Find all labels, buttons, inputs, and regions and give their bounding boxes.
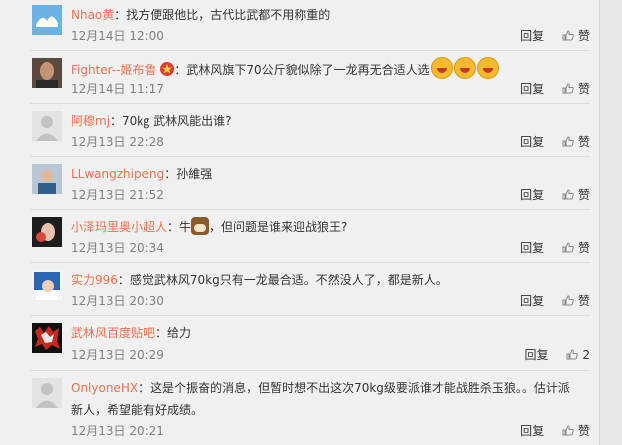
avatar[interactable] <box>32 111 62 141</box>
comment-text: ：这是个振奋的消息，但暂时想不出这次70kg级要派谁才能战胜杀玉狼。。估计派新人… <box>71 381 570 417</box>
comment-text: ，但问题是谁来迎战狼王? <box>209 220 348 234</box>
scrollbar[interactable] <box>599 0 622 445</box>
comment-author[interactable]: 武林风百度贴吧 <box>71 326 155 340</box>
like-button[interactable]: 赞 <box>562 294 590 308</box>
thumbs-up-icon <box>566 349 579 360</box>
like-button[interactable]: 赞 <box>562 135 590 149</box>
reply-button[interactable]: 回复 <box>520 82 544 96</box>
avatar[interactable] <box>32 270 62 300</box>
thumbs-up-icon <box>562 83 574 94</box>
like-label: 赞 <box>577 188 590 202</box>
comment-item: 小泽玛里奥小超人：牛 ，但问题是谁来迎战狼王? 12月13日 20:34 回复 赞 <box>30 212 590 263</box>
comment-author[interactable]: 实力996 <box>71 273 118 287</box>
comment-author[interactable]: 小泽玛里奥小超人 <box>71 220 167 234</box>
avatar[interactable] <box>32 378 62 408</box>
comment-text: ：给力 <box>155 326 192 340</box>
like-label: 赞 <box>577 135 590 149</box>
laughing-emoji-icon <box>453 57 476 79</box>
comment-item: 阿穆mj：70㎏ 武林风能出谁? 12月13日 22:28 回复 赞 <box>30 106 590 157</box>
avatar[interactable] <box>32 217 62 247</box>
comment-text: ：武林风旗下70公斤貌似除了一龙再无合适人选 <box>174 63 430 77</box>
avatar[interactable] <box>32 164 62 194</box>
reply-button[interactable]: 回复 <box>520 424 544 438</box>
comment-time: 12月14日 12:00 <box>71 29 164 43</box>
reply-button[interactable]: 回复 <box>520 29 544 43</box>
comment-author[interactable]: Fighter--姬布鲁 <box>71 63 157 77</box>
cow-emoji-icon <box>191 217 210 235</box>
like-button[interactable]: 赞 <box>562 424 590 438</box>
like-label: 赞 <box>577 241 590 255</box>
reply-button[interactable]: 回复 <box>520 135 544 149</box>
thumbs-up-icon <box>562 425 574 436</box>
comment-item: Fighter--姬布鲁 ：武林风旗下70公斤貌似除了一龙再无合适人选 12月1… <box>30 53 590 104</box>
thumbs-up-icon <box>562 30 574 41</box>
comment-item: 实力996：感觉武林风70kg只有一龙最合适。不然没人了，都是新人。 12月13… <box>30 265 590 316</box>
avatar[interactable] <box>32 5 62 35</box>
reply-button[interactable]: 回复 <box>525 348 549 362</box>
comment-text: ：70㎏ 武林风能出谁? <box>110 114 232 128</box>
comment-author[interactable]: 阿穆mj <box>71 114 110 128</box>
like-button[interactable]: 2 <box>566 348 590 362</box>
comment-text: ：感觉武林风70kg只有一龙最合适。不然没人了，都是新人。 <box>117 273 448 287</box>
comment-item: 武林风百度贴吧：给力 12月13日 20:29 回复 2 <box>30 318 590 371</box>
comment-author[interactable]: Nhao黄 <box>71 8 114 22</box>
thumbs-up-icon <box>562 189 574 200</box>
like-label: 赞 <box>577 424 590 438</box>
comment-time: 12月13日 20:30 <box>71 294 164 308</box>
comment-text: ：孙維强 <box>164 167 213 181</box>
like-label: 赞 <box>577 29 590 43</box>
like-count: 2 <box>582 348 590 362</box>
comment-time: 12月13日 21:52 <box>71 188 164 202</box>
thumbs-up-icon <box>562 136 574 147</box>
comment-text: ：牛 <box>167 220 192 234</box>
thumbs-up-icon <box>562 295 574 306</box>
comment-time: 12月13日 20:21 <box>71 424 164 438</box>
reply-button[interactable]: 回复 <box>520 188 544 202</box>
laughing-emoji-icon <box>430 57 453 79</box>
comment-time: 12月13日 22:28 <box>71 135 164 149</box>
comment-time: 12月13日 20:34 <box>71 241 164 255</box>
like-button[interactable]: 赞 <box>562 188 590 202</box>
reply-button[interactable]: 回复 <box>520 241 544 255</box>
comment-item: Nhao黄：找方便跟他比，古代比武都不用称重的 12月14日 12:00 回复 … <box>30 0 590 51</box>
avatar[interactable] <box>32 323 62 353</box>
comment-item: LLwangzhipeng：孙維强 12月13日 21:52 回复 赞 <box>30 159 590 210</box>
comment-text: ：找方便跟他比，古代比武都不用称重的 <box>114 8 331 22</box>
comment-time: 12月14日 11:17 <box>71 82 164 96</box>
comment-time: 12月13日 20:29 <box>71 348 164 362</box>
like-label: 赞 <box>577 294 590 308</box>
star-badge-icon <box>160 62 175 76</box>
comment-author[interactable]: OnlyoneHX <box>71 381 138 395</box>
thumbs-up-icon <box>562 242 574 253</box>
like-button[interactable]: 赞 <box>562 29 590 43</box>
like-button[interactable]: 赞 <box>562 82 590 96</box>
comment-author[interactable]: LLwangzhipeng <box>71 167 164 181</box>
laughing-emoji-icon <box>476 57 499 79</box>
like-label: 赞 <box>577 82 590 96</box>
like-button[interactable]: 赞 <box>562 241 590 255</box>
reply-button[interactable]: 回复 <box>520 294 544 308</box>
comment-item: OnlyoneHX：这是个振奋的消息，但暂时想不出这次70kg级要派谁才能战胜杀… <box>30 373 590 445</box>
avatar[interactable] <box>32 58 62 88</box>
